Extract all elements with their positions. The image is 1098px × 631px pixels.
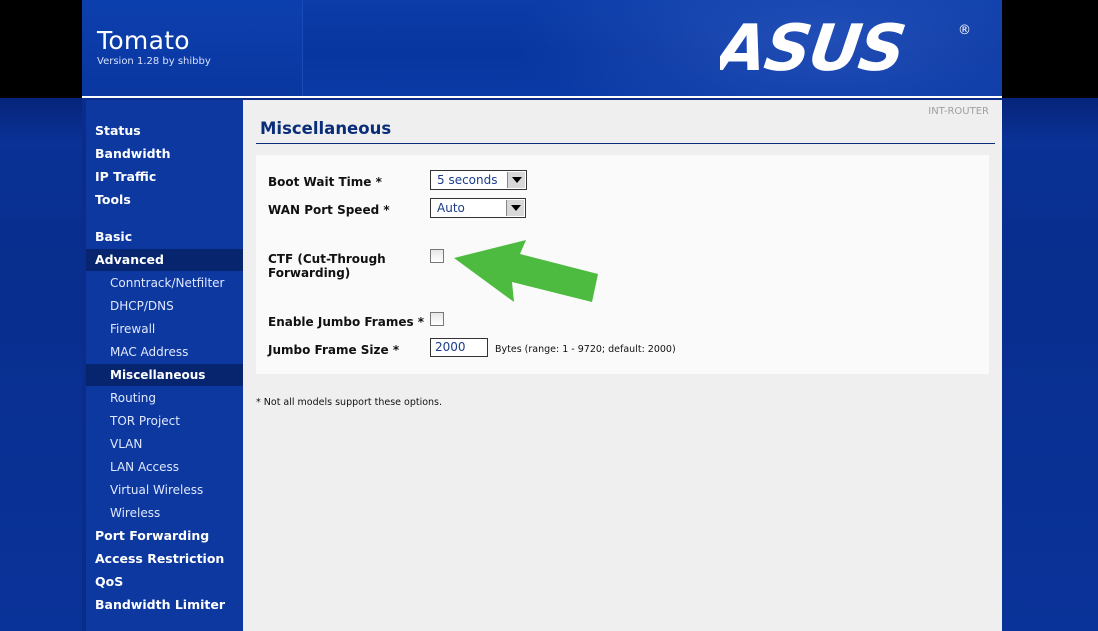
router-name: INT-ROUTER — [928, 106, 989, 117]
sidebar-item-firewall[interactable]: Firewall — [86, 318, 243, 340]
chevron-down-icon[interactable] — [506, 200, 524, 216]
asus-logo-text: ASUS — [720, 18, 909, 78]
sidebar-item-basic[interactable]: Basic — [86, 226, 243, 248]
sidebar-item-bandwidth-limiter[interactable]: Bandwidth Limiter — [86, 594, 243, 616]
arrow-shape — [454, 240, 598, 302]
sidebar-item-vlan[interactable]: VLAN — [86, 433, 243, 455]
ctf-checkbox[interactable] — [430, 249, 444, 263]
boot-wait-value: 5 seconds — [437, 173, 498, 187]
registered-mark: ® — [958, 23, 970, 38]
sidebar-item-ip-traffic[interactable]: IP Traffic — [86, 166, 243, 188]
sidebar-item-bandwidth[interactable]: Bandwidth — [86, 143, 243, 165]
wan-speed-value: Auto — [437, 201, 465, 215]
boot-wait-label: Boot Wait Time * — [268, 175, 382, 189]
sidebar-item-conntrack[interactable]: Conntrack/Netfilter — [86, 272, 243, 294]
sidebar-item-mac-address[interactable]: MAC Address — [86, 341, 243, 363]
sidebar-item-port-forwarding[interactable]: Port Forwarding — [86, 525, 243, 547]
page-background-left — [0, 98, 82, 631]
jumbo-enable-checkbox[interactable] — [430, 312, 444, 326]
sidebar-item-status[interactable]: Status — [86, 120, 243, 142]
ctf-label: CTF (Cut-Through Forwarding) — [268, 252, 386, 280]
sidebar-item-wireless[interactable]: Wireless — [86, 502, 243, 524]
ctf-label-line1: CTF (Cut-Through — [268, 252, 386, 266]
sidebar-item-virtual-wireless[interactable]: Virtual Wireless — [86, 479, 243, 501]
sidebar-item-access-restriction[interactable]: Access Restriction — [86, 548, 243, 570]
sidebar-nav: Status Bandwidth IP Traffic Tools Basic … — [86, 100, 243, 631]
footnote: * Not all models support these options. — [256, 397, 443, 408]
jumbo-enable-label: Enable Jumbo Frames * — [268, 315, 425, 329]
sidebar-item-tools[interactable]: Tools — [86, 189, 243, 211]
sidebar-item-tor-project[interactable]: TOR Project — [86, 410, 243, 432]
app-title: Tomato — [97, 26, 190, 55]
settings-panel: Boot Wait Time * 5 seconds WAN Port Spee… — [256, 155, 989, 374]
wan-speed-label: WAN Port Speed * — [268, 203, 390, 217]
jumbo-size-label: Jumbo Frame Size * — [268, 343, 400, 357]
green-arrow-annotation — [454, 240, 598, 302]
boot-wait-select[interactable]: 5 seconds — [430, 170, 527, 190]
jumbo-size-input[interactable]: 2000 — [430, 338, 488, 357]
asus-logo: ASUS ® — [720, 18, 970, 78]
sidebar-item-qos[interactable]: QoS — [86, 571, 243, 593]
sidebar-item-dhcp-dns[interactable]: DHCP/DNS — [86, 295, 243, 317]
jumbo-size-hint: Bytes (range: 1 - 9720; default: 2000) — [495, 344, 676, 355]
sidebar-item-advanced[interactable]: Advanced — [86, 249, 243, 271]
sidebar-item-routing[interactable]: Routing — [86, 387, 243, 409]
app-version: Version 1.28 by shibby — [97, 56, 211, 67]
sidebar-item-miscellaneous[interactable]: Miscellaneous — [86, 364, 243, 386]
page-title: Miscellaneous — [260, 119, 392, 138]
title-divider — [256, 143, 995, 144]
sidebar-item-lan-access[interactable]: LAN Access — [86, 456, 243, 478]
wan-speed-select[interactable]: Auto — [430, 198, 526, 218]
chevron-down-icon[interactable] — [507, 172, 525, 188]
main-content: INT-ROUTER Miscellaneous Boot Wait Time … — [243, 100, 1002, 631]
ctf-label-line2: Forwarding) — [268, 266, 351, 280]
header-banner: Tomato Version 1.28 by shibby ASUS ® — [82, 0, 1002, 98]
page-background-right — [1002, 98, 1098, 631]
